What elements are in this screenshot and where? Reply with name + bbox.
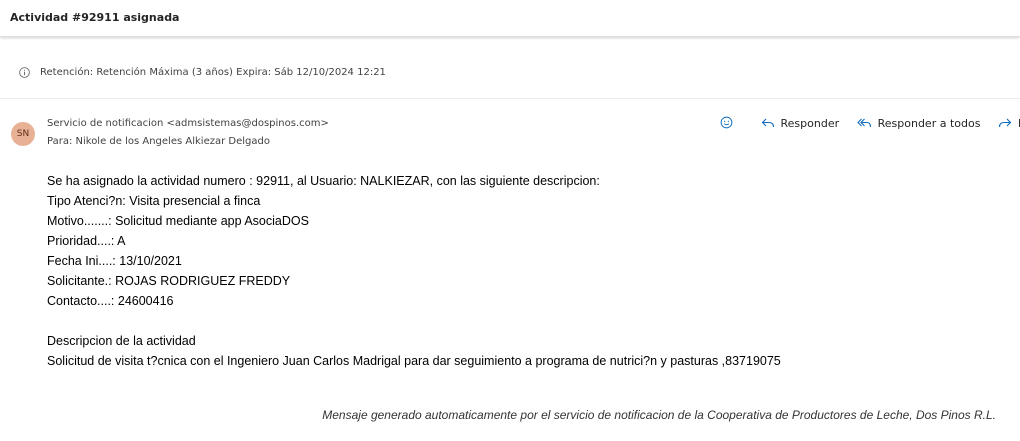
body-line-start-date: Fecha Ini....: 13/10/2021 (47, 254, 182, 268)
reply-all-button[interactable]: Responder a todos (856, 116, 981, 130)
retention-banner: Retención: Retención Máxima (3 años) Exp… (0, 54, 1020, 99)
emoji-reaction-button[interactable] (720, 116, 739, 129)
forward-arrow-icon (998, 118, 1012, 128)
body-line-reason: Motivo.......: Solicitud mediante app As… (47, 214, 309, 228)
subject-bar: Actividad #92911 asignada (0, 0, 1020, 37)
message-body: Se ha asignado la actividad numero : 929… (47, 171, 781, 371)
body-line-type: Tipo Atenci?n: Visita presencial a finca (47, 194, 261, 208)
smiley-icon (720, 116, 733, 129)
body-line-contact: Contacto....: 24600416 (47, 294, 174, 308)
forward-button[interactable]: Re (998, 117, 1020, 130)
recipient-line[interactable]: Para: Nikole de los Angeles Alkiezar Del… (47, 136, 270, 147)
info-icon (19, 67, 30, 78)
message-actions: Responder Responder a todos Re (720, 116, 1020, 134)
reply-label: Responder (780, 116, 840, 130)
auto-generated-footer: Mensaje generado automaticamente por el … (322, 408, 996, 422)
reply-all-arrow-icon (856, 118, 871, 128)
body-line-assignment: Se ha asignado la actividad numero : 929… (47, 174, 600, 188)
description-text: Solicitud de visita t?cnica con el Ingen… (47, 354, 781, 368)
body-line-priority: Prioridad....: A (47, 234, 126, 248)
reply-all-label: Responder a todos (877, 116, 981, 130)
avatar[interactable]: SN (11, 122, 35, 146)
retention-text: Retención: Retención Máxima (3 años) Exp… (40, 67, 386, 78)
reply-arrow-icon (761, 118, 774, 128)
sender-address[interactable]: Servicio de notificacion <admsistemas@do… (47, 118, 329, 129)
description-title: Descripcion de la actividad (47, 334, 196, 348)
reply-button[interactable]: Responder (761, 116, 840, 130)
email-subject: Actividad #92911 asignada (10, 11, 180, 24)
body-line-requester: Solicitante.: ROJAS RODRIGUEZ FREDDY (47, 274, 291, 288)
